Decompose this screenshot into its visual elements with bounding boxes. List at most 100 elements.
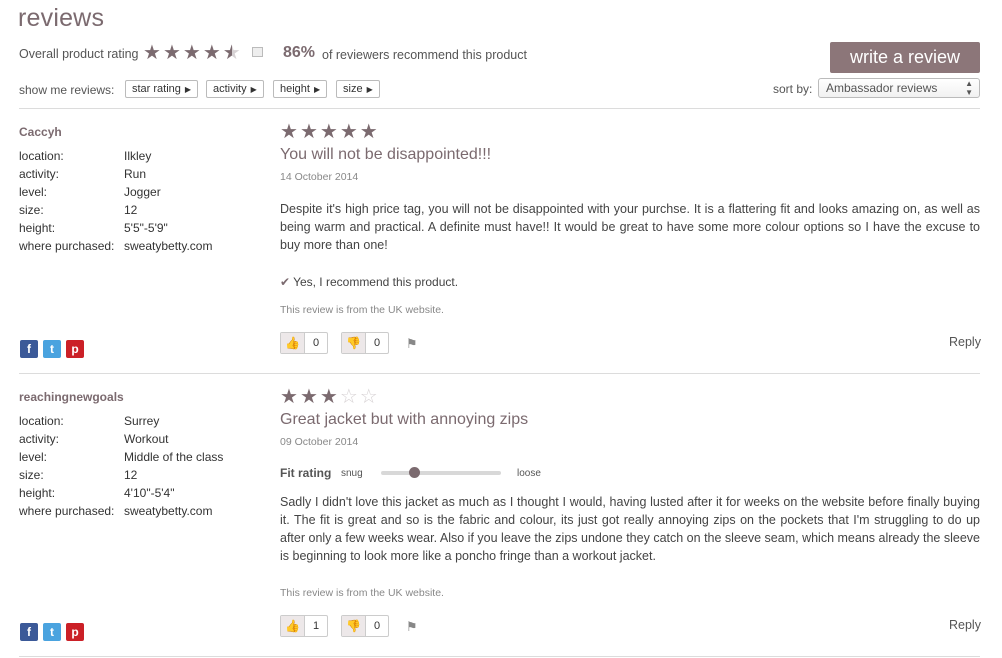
fit-max-label: loose (517, 468, 541, 479)
facebook-share-icon[interactable]: f (20, 340, 38, 358)
page-title: reviews (18, 4, 105, 32)
activity-label: activity: (19, 167, 60, 181)
height-label: height: (19, 486, 56, 500)
where-purchased-label: where purchased: (19, 239, 115, 253)
star-icon: ★ (299, 386, 318, 408)
unhelpful-vote-button[interactable]: 👎 0 (341, 332, 389, 354)
reply-link[interactable]: Reply (949, 335, 981, 349)
unhelpful-vote-button[interactable]: 👎 0 (341, 615, 389, 637)
review-title: You will not be disappointed!!! (280, 146, 492, 163)
report-flag-icon[interactable]: ⚑ (406, 619, 418, 635)
where-purchased-value: sweatybetty.com (124, 504, 213, 518)
fit-rating-track (381, 467, 501, 478)
review-body: Despite it's high price tag, you will no… (280, 202, 980, 252)
filter-size-button[interactable]: size ▶ (336, 80, 380, 98)
report-flag-icon[interactable]: ⚑ (406, 336, 418, 352)
fit-rating-marker (409, 467, 421, 478)
filter-button-label: activity (213, 83, 247, 95)
filter-button-label: height (280, 83, 310, 95)
caret-right-icon: ▶ (366, 85, 373, 94)
level-value: Middle of the class (124, 450, 224, 464)
activity-value: Workout (124, 432, 169, 446)
divider (19, 108, 980, 109)
reviewer-name: Caccyh (19, 125, 62, 139)
star-icon: ★ (202, 42, 221, 64)
height-value: 4'10"-5'4" (124, 486, 175, 500)
select-arrows-icon: ▲ ▼ (965, 79, 973, 97)
write-review-button[interactable]: write a review (830, 42, 980, 73)
fit-rating-label: Fit rating (280, 466, 332, 480)
sort-select[interactable]: Ambassador reviews ▲ ▼ (818, 78, 980, 98)
twitter-share-icon[interactable]: t (43, 623, 61, 641)
recommend-statement: ✔ Yes, I recommend this product. (280, 275, 458, 289)
reply-link[interactable]: Reply (949, 618, 981, 632)
recommend-percentage: 86% (283, 44, 316, 61)
location-label: location: (19, 414, 64, 428)
filter-button-label: star rating (132, 83, 181, 95)
size-label: size: (19, 468, 44, 482)
filter-button-label: size (343, 83, 363, 95)
caret-right-icon: ▶ (184, 85, 192, 94)
facebook-share-icon[interactable]: f (20, 623, 38, 641)
star-icon: ★ (319, 386, 338, 408)
height-value: 5'5"-5'9" (124, 221, 168, 235)
twitter-share-icon[interactable]: t (43, 340, 61, 358)
where-purchased-label: where purchased: (19, 504, 115, 518)
recommend-text: Yes, I recommend this product. (293, 275, 459, 289)
review-title: Great jacket but with annoying zips (280, 411, 529, 428)
review-source: This review is from the UK website. (280, 587, 444, 599)
unhelpful-count: 0 (373, 620, 381, 632)
divider (19, 656, 980, 657)
divider (19, 373, 980, 374)
thumbs-up-icon: 👍 (281, 616, 305, 636)
location-value: Ilkley (124, 149, 152, 163)
star-icon: ★ (319, 121, 338, 143)
star-icon: ★ (359, 121, 378, 143)
level-value: Jogger (124, 185, 161, 199)
unhelpful-count: 0 (373, 337, 381, 349)
helpful-count: 1 (312, 620, 320, 632)
level-label: level: (19, 450, 48, 464)
size-value: 12 (124, 203, 138, 217)
star-icon: ★ (280, 386, 298, 408)
half-star-icon: ★ (222, 42, 241, 64)
thumbs-down-icon: 👎 (342, 333, 366, 353)
review-rating-stars: ★ ★ ★ ★ ★ (280, 122, 378, 142)
overall-rating-stars: ★ ★ ★ ★ ★ (143, 43, 241, 63)
checkmark-icon: ✔ (280, 275, 291, 289)
recommend-summary-text: of reviewers recommend this product (322, 48, 527, 62)
caret-right-icon: ▶ (313, 85, 321, 94)
star-icon: ★ (182, 42, 201, 64)
reviewer-name: reachingnewgoals (19, 390, 124, 404)
filter-star-rating-button[interactable]: star rating ▶ (125, 80, 199, 98)
helpful-count: 0 (312, 337, 320, 349)
empty-star-icon: ☆ (359, 386, 378, 408)
location-label: location: (19, 149, 64, 163)
review-source: This review is from the UK website. (280, 304, 444, 316)
review-date: 09 October 2014 (280, 436, 359, 448)
sort-by-label: sort by: (773, 82, 813, 96)
height-label: height: (19, 221, 56, 235)
size-label: size: (19, 203, 44, 217)
activity-value: Run (124, 167, 147, 181)
filter-activity-button[interactable]: activity ▶ (206, 80, 264, 98)
rating-histogram-icon[interactable] (252, 47, 263, 57)
helpful-vote-button[interactable]: 👍 1 (280, 615, 328, 637)
where-purchased-value: sweatybetty.com (124, 239, 213, 253)
star-icon: ★ (143, 42, 161, 64)
review-body: Sadly I didn't love this jacket as much … (280, 495, 980, 563)
review-rating-stars: ★ ★ ★ ☆ ☆ (280, 387, 378, 407)
filter-height-button[interactable]: height ▶ (273, 80, 328, 98)
activity-label: activity: (19, 432, 60, 446)
sort-selected-value: Ambassador reviews (826, 81, 938, 95)
star-icon: ★ (280, 121, 298, 143)
star-icon: ★ (162, 42, 181, 64)
thumbs-up-icon: 👍 (281, 333, 305, 353)
caret-right-icon: ▶ (250, 85, 257, 94)
pinterest-share-icon[interactable]: p (66, 340, 84, 358)
helpful-vote-button[interactable]: 👍 0 (280, 332, 328, 354)
pinterest-share-icon[interactable]: p (66, 623, 84, 641)
fit-min-label: snug (341, 468, 363, 479)
star-icon: ★ (339, 121, 358, 143)
overall-rating-label: Overall product rating (19, 47, 139, 61)
